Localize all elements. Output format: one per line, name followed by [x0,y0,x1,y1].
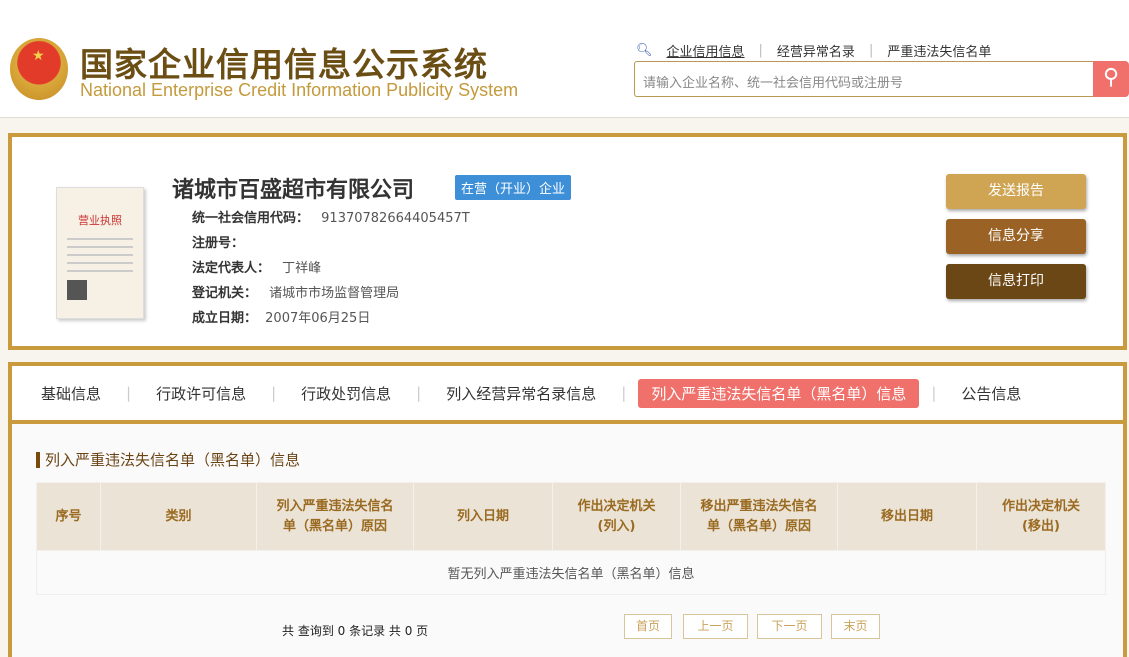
tab-announcement[interactable]: 公告信息 [948,379,1034,408]
empty-message: 暂无列入严重违法失信名单（黑名单）信息 [36,550,1106,595]
col-header: 类别 [100,482,257,551]
field-label: 统一社会信用代码： [192,211,310,226]
qr-code-icon [67,280,87,300]
col-header: 移出日期 [837,482,977,551]
search-button[interactable]: ⚲ [1093,61,1129,97]
established-date: 2007年06月25日 [265,311,371,326]
company-name: 诸城市百盛超市有限公司 [172,178,415,203]
field-label: 成立日期： [192,311,258,326]
col-header: 作出决定机关(列入) [552,482,681,551]
print-button[interactable]: 信息打印 [946,264,1086,299]
divider: | [868,43,874,58]
last-page-button[interactable]: 末页 [831,614,880,639]
search-icon: 🔍︎ [636,43,653,58]
table-header-row: 序号 类别 列入严重违法失信名单（黑名单）原因 列入日期 作出决定机关(列入) … [36,482,1106,551]
link-blacklist[interactable]: 严重违法失信名单 [887,41,991,60]
site-subtitle: National Enterprise Credit Information P… [80,80,519,100]
next-page-button[interactable]: 下一页 [757,614,822,639]
blacklist-table: 序号 类别 列入严重违法失信名单（黑名单）原因 列入日期 作出决定机关(列入) … [36,482,1106,595]
col-header: 列入严重违法失信名单（黑名单）原因 [256,482,414,551]
company-card: 营业执照 诸城市百盛超市有限公司 在营（开业）企业 统一社会信用代码： 9137… [8,133,1127,350]
field-label: 法定代表人： [192,261,271,276]
col-header: 列入日期 [413,482,553,551]
col-header: 移出严重违法失信名单（黑名单）原因 [680,482,838,551]
legal-rep: 丁祥峰 [282,261,322,276]
reg-authority: 诸城市市场监督管理局 [269,286,400,301]
top-links: 🔍︎ 企业信用信息 | 经营异常名录 | 严重违法失信名单 [636,41,991,60]
site-title: 国家企业信用信息公示系统 [80,45,488,84]
tab-bar: 基础信息 | 行政许可信息 | 行政处罚信息 | 列入经营异常名录信息 | 列入严重违法… [12,366,1123,424]
tab-basic[interactable]: 基础信息 [28,379,114,408]
col-header: 序号 [36,482,101,551]
col-header: 作出决定机关(移出) [976,482,1106,551]
business-license-image[interactable]: 营业执照 [56,187,144,319]
national-emblem-logo: ★ [10,38,68,100]
tab-penalty[interactable]: 行政处罚信息 [288,379,404,408]
section-title: 列入严重违法失信名单（黑名单）信息 [36,452,300,468]
divider: | [758,43,763,58]
status-badge: 在营（开业）企业 [455,175,572,200]
detail-panel: 基础信息 | 行政许可信息 | 行政处罚信息 | 列入经营异常名录信息 | 列入严重违法… [8,362,1127,657]
table-row: 暂无列入严重违法失信名单（黑名单）信息 [36,550,1106,595]
send-report-button[interactable]: 发送报告 [946,174,1086,209]
share-button[interactable]: 信息分享 [946,219,1086,254]
tab-blacklist[interactable]: 列入严重违法失信名单（黑名单）信息 [638,378,920,408]
tab-abnormal[interactable]: 列入经营异常名录信息 [433,379,609,408]
link-enterprise-credit[interactable]: 企业信用信息 [667,41,745,60]
site-header: ★ 国家企业信用信息公示系统 National Enterprise Credi… [0,0,1129,118]
tab-permit[interactable]: 行政许可信息 [143,379,259,408]
first-page-button[interactable]: 首页 [624,614,672,639]
prev-page-button[interactable]: 上一页 [683,614,748,639]
field-label: 注册号： [192,236,245,251]
license-title: 营业执照 [78,214,122,227]
field-label: 登记机关： [192,286,258,301]
credit-code: 91370782664405457T [321,211,470,226]
search-icon: ⚲ [1102,65,1120,90]
pagination-summary: 共 查询到 0 条记录 共 0 页 [282,624,429,638]
search-input[interactable]: 请输入企业名称、统一社会信用代码或注册号 [634,61,1094,97]
link-abnormal-list[interactable]: 经营异常名录 [777,41,855,60]
